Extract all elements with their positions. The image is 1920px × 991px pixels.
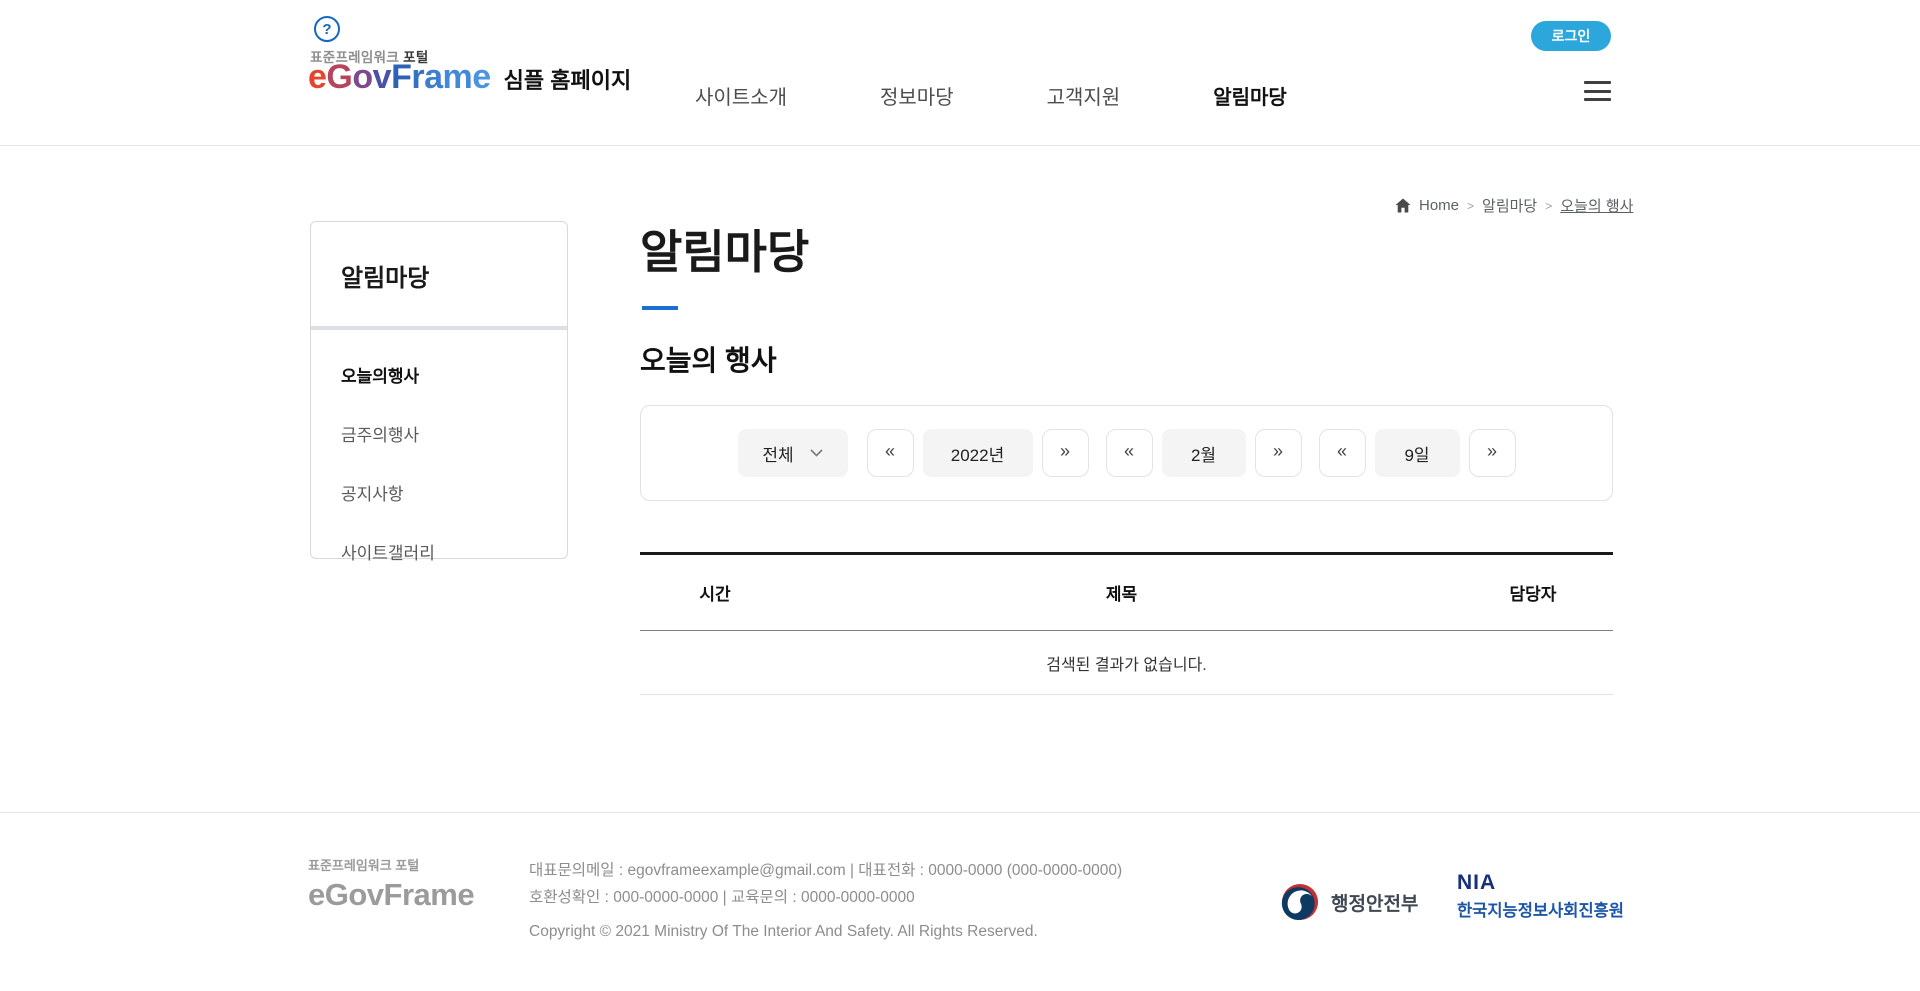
column-header-title: 제목 <box>790 580 1453 605</box>
nav-item-info[interactable]: 정보마당 <box>880 81 954 110</box>
footer: 표준프레임워크 포털 eGovFrame 대표문의메일 : egovframee… <box>0 812 1920 991</box>
footer-contact: 대표문의메일 : egovframeexample@gmail.com | 대표… <box>529 857 1122 911</box>
next-year-button[interactable]: » <box>1042 429 1089 477</box>
sidebar-item-today-events[interactable]: 오늘의행사 <box>341 362 537 387</box>
mois-emblem-icon <box>1281 883 1319 921</box>
prev-year-button[interactable]: « <box>867 429 914 477</box>
nia-sub-label: 한국지능정보사회진흥원 <box>1457 897 1624 921</box>
nav-item-notice[interactable]: 알림마당 <box>1213 81 1287 110</box>
sidebar-menu: 오늘의행사 금주의행사 공지사항 사이트갤러리 <box>311 330 567 564</box>
help-icon[interactable]: ? <box>314 16 340 42</box>
footer-contact-line1: 대표문의메일 : egovframeexample@gmail.com | 대표… <box>529 857 1122 884</box>
login-button[interactable]: 로그인 <box>1531 21 1611 51</box>
category-select-value: 전체 <box>762 441 793 466</box>
title-underline <box>642 306 678 310</box>
main-panel: 알림마당 오늘의 행사 전체 « 2022년 » « 2월 » <box>640 146 1613 812</box>
brand-letter: r <box>411 58 424 96</box>
menu-icon[interactable] <box>1584 81 1611 101</box>
sidebar: 알림마당 오늘의행사 금주의행사 공지사항 사이트갤러리 <box>310 221 568 559</box>
page: ? 표준프레임워크 포털 eGovFrame 심플 홈페이지 사이트소개 정보마… <box>0 0 1920 991</box>
prev-day-button[interactable]: « <box>1319 429 1366 477</box>
prev-month-button[interactable]: « <box>1106 429 1153 477</box>
nia-logo[interactable]: NIA 한국지능정보사회진흥원 <box>1457 871 1624 921</box>
brand-letter: G <box>326 58 352 96</box>
footer-logo-brand: eGovFrame <box>308 877 474 913</box>
sidebar-item-gallery[interactable]: 사이트갤러리 <box>341 539 537 564</box>
content-area: Home > 알림마당 > 오늘의 행사 알림마당 오늘의행사 금주의행사 공지… <box>0 146 1920 812</box>
events-table: 시간 제목 담당자 검색된 결과가 없습니다. <box>640 552 1613 695</box>
next-day-button[interactable]: » <box>1469 429 1516 477</box>
footer-logo-tagline: 표준프레임워크 포털 <box>308 855 474 874</box>
empty-results-message: 검색된 결과가 없습니다. <box>640 631 1613 695</box>
column-header-time: 시간 <box>640 580 790 605</box>
nia-label: NIA <box>1457 871 1624 895</box>
day-value: 9일 <box>1375 429 1460 477</box>
page-title: 알림마당 <box>640 216 809 282</box>
month-filter-group: « 2월 » <box>1106 429 1302 477</box>
nav-item-support[interactable]: 고객지원 <box>1047 81 1121 110</box>
site-subtitle: 심플 홈페이지 <box>504 63 632 95</box>
table-header-row: 시간 제목 담당자 <box>640 555 1613 631</box>
brand-letter: o <box>352 58 372 96</box>
brand-letter: F <box>391 58 411 96</box>
nav-item-site-intro[interactable]: 사이트소개 <box>695 81 787 110</box>
year-filter-group: « 2022년 » <box>867 429 1089 477</box>
brand-letter: m <box>443 58 473 96</box>
category-select[interactable]: 전체 <box>738 429 848 477</box>
day-filter-group: « 9일 » <box>1319 429 1516 477</box>
brand-letter: e <box>308 58 326 96</box>
sidebar-title: 알림마당 <box>311 222 567 330</box>
logo-row: eGovFrame 심플 홈페이지 <box>308 58 631 97</box>
footer-contact-line2: 호환성확인 : 000-0000-0000 | 교육문의 : 0000-0000… <box>529 884 1122 911</box>
brand-letter: e <box>472 58 490 96</box>
sidebar-item-notices[interactable]: 공지사항 <box>341 480 537 505</box>
footer-logo: 표준프레임워크 포털 eGovFrame <box>308 855 474 913</box>
year-value: 2022년 <box>923 429 1033 477</box>
mois-logo[interactable]: 행정안전부 <box>1281 883 1418 921</box>
brand-logo[interactable]: eGovFrame <box>308 58 491 97</box>
chevron-down-icon <box>810 449 823 457</box>
next-month-button[interactable]: » <box>1255 429 1302 477</box>
footer-copyright: Copyright © 2021 Ministry Of The Interio… <box>529 923 1038 941</box>
main-nav: 사이트소개 정보마당 고객지원 알림마당 <box>695 81 1287 110</box>
section-title: 오늘의 행사 <box>640 339 777 379</box>
column-header-manager: 담당자 <box>1453 580 1613 605</box>
date-filter-bar: 전체 « 2022년 » « 2월 » « 9일 » <box>640 405 1613 501</box>
mois-label: 행정안전부 <box>1331 889 1418 916</box>
sidebar-item-week-events[interactable]: 금주의행사 <box>341 421 537 446</box>
brand-letter: a <box>424 58 442 96</box>
month-value: 2월 <box>1162 429 1246 477</box>
brand-letter: v <box>373 58 391 96</box>
header: ? 표준프레임워크 포털 eGovFrame 심플 홈페이지 사이트소개 정보마… <box>0 0 1920 146</box>
